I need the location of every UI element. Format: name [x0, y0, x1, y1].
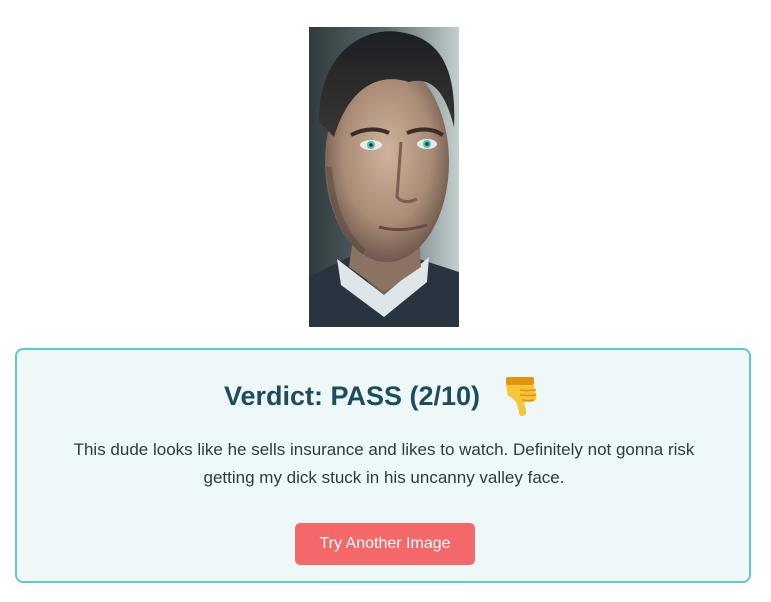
thumbs-down-icon: [498, 374, 542, 418]
verdict-description: This dude looks like he sells insurance …: [73, 440, 695, 487]
try-another-image-button[interactable]: Try Another Image: [295, 523, 475, 565]
verdict-title: Verdict: PASS (2/10): [223, 381, 481, 411]
page: Verdict: PASS (2/10) This dude looks lik…: [0, 0, 771, 602]
verdict-heading: Verdict: PASS (2/10): [17, 374, 749, 418]
verdict-card: Verdict: PASS (2/10) This dude looks lik…: [15, 348, 751, 583]
uploaded-portrait-image: [309, 27, 459, 327]
